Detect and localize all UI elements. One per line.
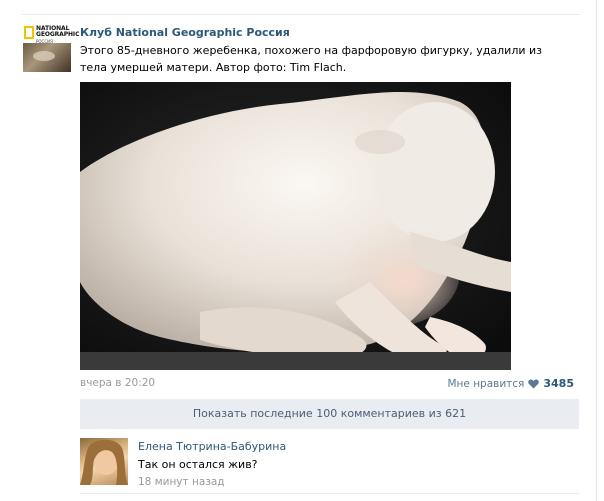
show-comments-button[interactable]: Показать последние 100 комментариев из 6… (80, 399, 579, 429)
post-timestamp[interactable]: вчера в 20:20 (80, 377, 155, 389)
top-divider (22, 14, 580, 15)
nat-geo-yellow-frame-icon (24, 26, 34, 39)
group-avatar[interactable]: NATIONAL GEOGRAPHIC РОССИЯ (23, 26, 79, 72)
comment-author-link[interactable]: Елена Тютрина-Бабурина (138, 440, 286, 453)
right-border (596, 0, 597, 501)
like-label: Мне нравится (447, 377, 525, 390)
like-button[interactable]: Мне нравится 3485 (447, 377, 574, 390)
commenter-avatar[interactable] (80, 438, 128, 485)
avatar-logo-text: NATIONAL GEOGRAPHIC (36, 25, 80, 38)
post-author-link[interactable]: Клуб National Geographic Россия (80, 26, 290, 39)
heart-icon (528, 379, 540, 389)
comment-text: Так он остался жив? (138, 458, 258, 471)
post-photo[interactable] (80, 82, 511, 370)
comment-timestamp[interactable]: 18 минут назад (138, 476, 225, 488)
bottom-divider (80, 493, 579, 494)
like-count: 3485 (543, 377, 574, 390)
avatar-photo (23, 43, 71, 72)
post-text: Этого 85-дневного жеребенка, похожего на… (80, 44, 542, 74)
